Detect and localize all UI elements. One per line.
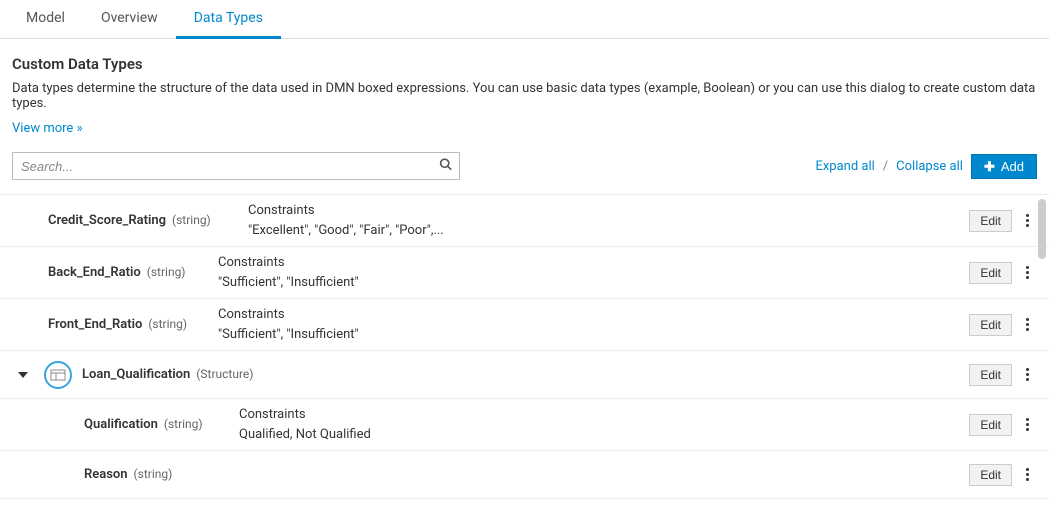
row-name-cell: Credit_Score_Rating (string) bbox=[48, 213, 248, 228]
data-type-list: Credit_Score_Rating (string) Constraints… bbox=[0, 194, 1049, 499]
add-button[interactable]: ✚ Add bbox=[971, 154, 1037, 179]
constraints-cell: Constraints "Sufficient", "Insufficient" bbox=[218, 305, 969, 344]
constraints-values: "Sufficient", "Insufficient" bbox=[218, 325, 969, 345]
expand-all-link[interactable]: Expand all bbox=[815, 159, 874, 174]
chevron-down-icon[interactable] bbox=[18, 372, 28, 378]
constraints-values: "Sufficient", "Insufficient" bbox=[218, 273, 969, 293]
type-name: Front_End_Ratio bbox=[48, 317, 142, 332]
kebab-menu-icon[interactable] bbox=[1022, 262, 1033, 283]
constraints-label: Constraints bbox=[218, 253, 969, 273]
row-name-cell: Front_End_Ratio (string) bbox=[48, 317, 218, 332]
edit-button[interactable]: Edit bbox=[969, 414, 1012, 436]
constraints-label: Constraints bbox=[218, 305, 969, 325]
expand-cell bbox=[0, 372, 38, 378]
type-kind: (string) bbox=[172, 213, 211, 227]
tab-data-types[interactable]: Data Types bbox=[176, 0, 281, 39]
scrollbar[interactable] bbox=[1037, 195, 1047, 499]
type-kind: (string) bbox=[134, 467, 173, 481]
row-actions: Edit bbox=[969, 464, 1033, 486]
row-actions: Edit bbox=[969, 364, 1033, 386]
constraints-cell: Constraints "Sufficient", "Insufficient" bbox=[218, 253, 969, 292]
data-type-row-child: Reason (string) Edit bbox=[0, 451, 1049, 499]
constraints-cell: Constraints Qualified, Not Qualified bbox=[239, 405, 969, 444]
constraints-values: "Excellent", "Good", "Fair", "Poor",... bbox=[248, 221, 969, 241]
collapse-all-link[interactable]: Collapse all bbox=[896, 159, 963, 174]
type-name: Back_End_Ratio bbox=[48, 265, 141, 280]
kebab-menu-icon[interactable] bbox=[1022, 314, 1033, 335]
type-kind: (string) bbox=[147, 265, 186, 279]
row-name-cell: Qualification (string) bbox=[84, 417, 239, 432]
plus-icon: ✚ bbox=[984, 160, 995, 173]
type-kind: (Structure) bbox=[196, 367, 253, 381]
row-actions: Edit bbox=[969, 314, 1033, 336]
kebab-menu-icon[interactable] bbox=[1022, 210, 1033, 231]
structure-icon bbox=[44, 361, 72, 389]
edit-button[interactable]: Edit bbox=[969, 262, 1012, 284]
edit-button[interactable]: Edit bbox=[969, 364, 1012, 386]
constraints-cell: Constraints "Excellent", "Good", "Fair",… bbox=[248, 201, 969, 240]
constraints-values: Qualified, Not Qualified bbox=[239, 425, 969, 445]
row-actions: Edit bbox=[969, 414, 1033, 436]
tab-bar: Model Overview Data Types bbox=[0, 0, 1049, 39]
edit-button[interactable]: Edit bbox=[969, 314, 1012, 336]
tab-overview[interactable]: Overview bbox=[83, 0, 176, 38]
add-button-label: Add bbox=[1001, 159, 1024, 174]
row-name-cell: Back_End_Ratio (string) bbox=[48, 265, 218, 280]
type-name: Qualification bbox=[84, 417, 158, 432]
type-kind: (string) bbox=[148, 317, 187, 331]
type-kind: (string) bbox=[164, 417, 203, 431]
search-wrapper bbox=[12, 152, 460, 180]
toolbar-separator: / bbox=[883, 159, 888, 174]
row-actions: Edit bbox=[969, 210, 1033, 232]
toolbar-right: Expand all / Collapse all ✚ Add bbox=[815, 154, 1037, 179]
page-title: Custom Data Types bbox=[12, 55, 1037, 73]
scroll-thumb[interactable] bbox=[1038, 199, 1046, 259]
structure-name-wrap: Loan_Qualification (Structure) bbox=[38, 361, 253, 389]
data-type-row: Credit_Score_Rating (string) Constraints… bbox=[0, 195, 1049, 247]
tab-model[interactable]: Model bbox=[8, 0, 83, 38]
data-type-row-child: Qualification (string) Constraints Quali… bbox=[0, 399, 1049, 451]
data-type-row-structure: Loan_Qualification (Structure) Edit bbox=[0, 351, 1049, 399]
search-input[interactable] bbox=[12, 152, 460, 180]
row-name-cell: Reason (string) bbox=[84, 467, 239, 482]
type-name: Reason bbox=[84, 467, 128, 482]
constraints-label: Constraints bbox=[239, 405, 969, 425]
constraints-label: Constraints bbox=[248, 201, 969, 221]
type-name: Credit_Score_Rating bbox=[48, 213, 166, 228]
data-type-row: Back_End_Ratio (string) Constraints "Suf… bbox=[0, 247, 1049, 299]
edit-button[interactable]: Edit bbox=[969, 210, 1012, 232]
row-actions: Edit bbox=[969, 262, 1033, 284]
kebab-menu-icon[interactable] bbox=[1022, 364, 1033, 385]
header-section: Custom Data Types Data types determine t… bbox=[0, 39, 1049, 144]
edit-button[interactable]: Edit bbox=[969, 464, 1012, 486]
view-more-link[interactable]: View more » bbox=[12, 121, 83, 136]
page-description: Data types determine the structure of th… bbox=[12, 81, 1037, 111]
kebab-menu-icon[interactable] bbox=[1022, 414, 1033, 435]
kebab-menu-icon[interactable] bbox=[1022, 464, 1033, 485]
data-type-row: Front_End_Ratio (string) Constraints "Su… bbox=[0, 299, 1049, 351]
toolbar: Expand all / Collapse all ✚ Add bbox=[0, 144, 1049, 194]
type-name: Loan_Qualification bbox=[82, 367, 190, 382]
